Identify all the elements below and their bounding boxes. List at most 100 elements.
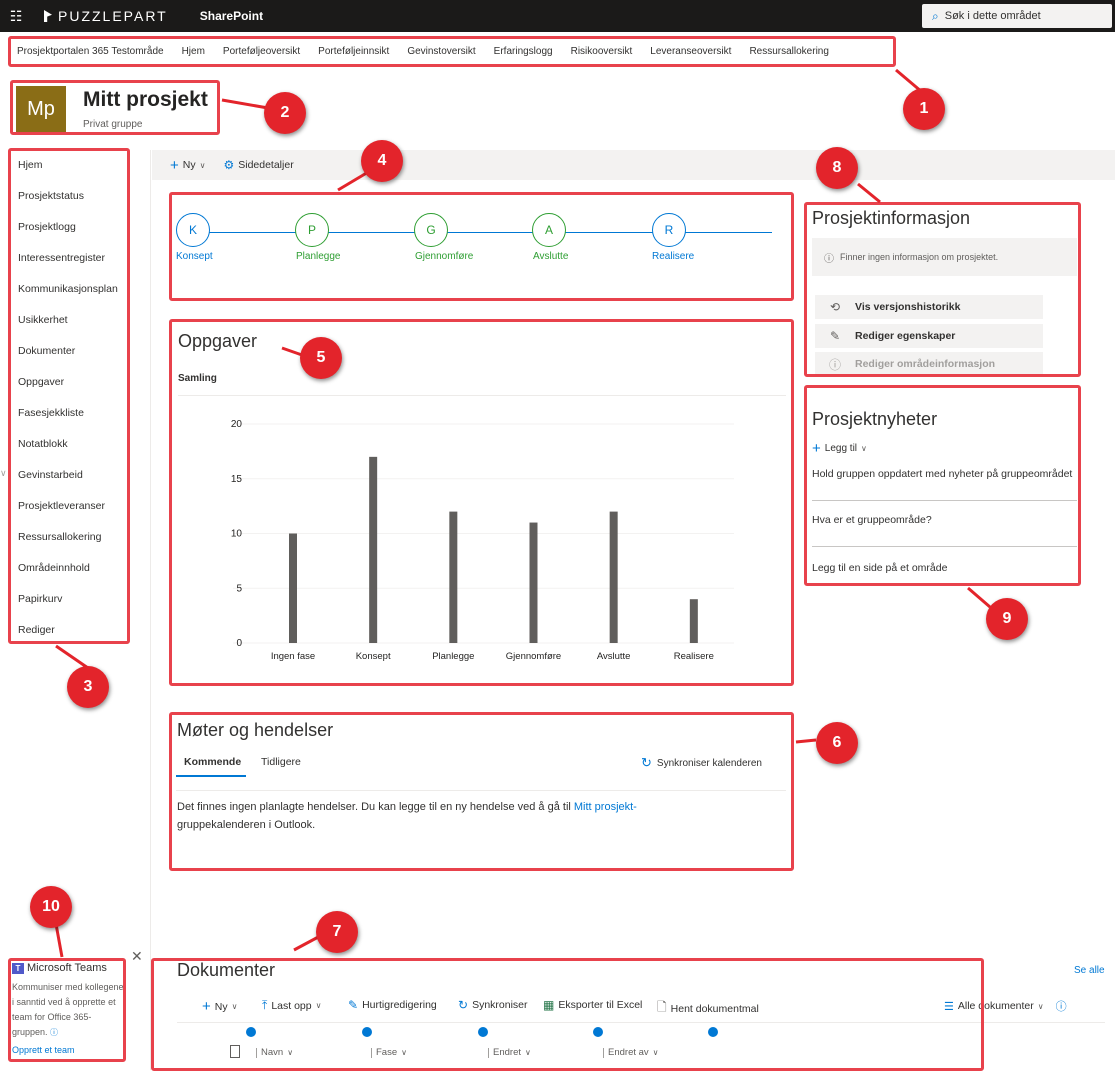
- phase-circle-planlegge[interactable]: P: [295, 213, 329, 247]
- search-box[interactable]: ⌕ Søk i dette området: [922, 4, 1112, 28]
- edit-site-info-button[interactable]: ⓘ Rediger områdeinformasjon: [815, 352, 1043, 376]
- page-details-button[interactable]: ⚙ Sidedetaljer: [223, 158, 293, 172]
- close-icon[interactable]: ✕: [131, 948, 143, 965]
- phase-circle-konsept[interactable]: K: [176, 213, 210, 247]
- chart-bar[interactable]: [529, 522, 538, 643]
- chart-bar[interactable]: [609, 511, 618, 643]
- quick-edit-button[interactable]: ✎ Hurtigredigering: [348, 998, 437, 1012]
- sync-button[interactable]: ↻ Synkroniser: [458, 998, 528, 1012]
- add-news-button[interactable]: + Legg til ∨: [812, 440, 867, 457]
- hubnav-item[interactable]: Leveranseoversikt: [650, 46, 731, 57]
- news-item[interactable]: Hva er et gruppeområde?: [812, 514, 932, 526]
- phase-label[interactable]: Planlegge: [296, 251, 340, 262]
- search-icon: ⌕: [932, 8, 939, 23]
- chevron-down-icon: ∨: [525, 1048, 531, 1057]
- x-tick-label: Gjennomføre: [506, 651, 561, 662]
- hubnav-item[interactable]: Porteføljeinnsikt: [318, 46, 389, 57]
- tab-upcoming[interactable]: Kommende: [184, 756, 241, 768]
- leftnav-item[interactable]: Notatblokk: [12, 429, 128, 460]
- get-template-label: Hent dokumentmal: [670, 1002, 759, 1015]
- nav-collapse-chevron-icon[interactable]: ∨: [0, 468, 7, 479]
- info-icon[interactable]: ⓘ: [50, 1028, 58, 1037]
- see-all-link[interactable]: Se alle: [1074, 965, 1105, 976]
- view-selector[interactable]: ☰ Alle dokumenter ∨ ⓘ: [944, 998, 1067, 1014]
- brand-mark-icon: [44, 10, 52, 22]
- y-tick-label: 20: [231, 419, 243, 430]
- phase-circle-gjennomfore[interactable]: G: [414, 213, 448, 247]
- app-launcher-icon[interactable]: ☷: [4, 0, 28, 32]
- version-history-button[interactable]: ⟲ Vis versjonshistorikk: [815, 295, 1043, 319]
- leftnav-item[interactable]: Rediger: [12, 615, 128, 646]
- leftnav-item[interactable]: Ressursallokering: [12, 522, 128, 553]
- upload-button[interactable]: ⤒ Last opp ∨: [262, 998, 321, 1013]
- phase-label[interactable]: Realisere: [652, 251, 694, 262]
- chart-bar[interactable]: [289, 533, 297, 644]
- info-icon[interactable]: ⓘ: [1056, 998, 1067, 1014]
- version-history-label: Vis versjonshistorikk: [855, 301, 961, 313]
- history-icon: ⟲: [829, 300, 841, 314]
- hubnav-item[interactable]: Ressursallokering: [749, 46, 828, 57]
- leftnav-item[interactable]: Papirkurv: [12, 584, 128, 615]
- hubnav-item[interactable]: Erfaringslogg: [494, 46, 553, 57]
- x-tick-label: Avslutte: [597, 651, 631, 662]
- leftnav-item[interactable]: Hjem: [12, 150, 128, 181]
- add-news-label: Legg til: [824, 443, 858, 454]
- column-header-modified-by[interactable]: Endret av ∨: [603, 1047, 659, 1058]
- site-logo[interactable]: Mp: [16, 86, 66, 132]
- leftnav-item[interactable]: Dokumenter: [12, 336, 128, 367]
- chevron-down-icon: ∨: [401, 1048, 407, 1057]
- column-header-label: Endret: [493, 1047, 521, 1058]
- document-icon: 🗋: [657, 1000, 667, 1014]
- column-header-phase[interactable]: Fase ∨: [371, 1047, 407, 1058]
- sync-calendar-button[interactable]: ↻ Synkroniser kalenderen: [641, 755, 762, 771]
- leftnav-item[interactable]: Usikkerhet: [12, 305, 128, 336]
- chart-bar[interactable]: [689, 599, 698, 643]
- leftnav-item[interactable]: Oppgaver: [12, 367, 128, 398]
- news-item[interactable]: Hold gruppen oppdatert med nyheter på gr…: [812, 468, 1072, 480]
- site-title[interactable]: Mitt prosjekt: [83, 88, 208, 112]
- column-header-name[interactable]: Navn ∨: [256, 1047, 293, 1058]
- chevron-down-icon: ∨: [652, 1048, 659, 1057]
- calendar-link[interactable]: Mitt prosjekt-: [574, 801, 637, 813]
- hubnav-item[interactable]: Hjem: [182, 46, 205, 57]
- teams-icon: T: [12, 962, 24, 974]
- phase-label[interactable]: Konsept: [176, 251, 213, 262]
- leftnav-item[interactable]: Gevinstarbeid: [12, 460, 128, 491]
- doc-new-button[interactable]: + Ny ∨: [202, 998, 237, 1015]
- annotation-arrow: [221, 98, 269, 110]
- info-icon: ⓘ: [824, 253, 834, 265]
- leftnav-item[interactable]: Områdeinnhold: [12, 553, 128, 584]
- column-divider: [603, 1047, 604, 1058]
- create-team-link[interactable]: Opprett et team: [12, 1045, 124, 1055]
- edit-properties-button[interactable]: ✎ Rediger egenskaper: [815, 324, 1043, 348]
- file-type-icon[interactable]: [230, 1045, 240, 1058]
- hubnav-item[interactable]: Porteføljeoversikt: [223, 46, 300, 57]
- product-name[interactable]: SharePoint: [200, 9, 263, 23]
- phase-label[interactable]: Avslutte: [533, 251, 568, 262]
- brand-logo[interactable]: PUZZLEPART: [44, 8, 168, 24]
- news-item[interactable]: Legg til en side på et område: [812, 562, 947, 574]
- hubnav-item[interactable]: Prosjektportalen 365 Testområde: [17, 46, 164, 57]
- leftnav-item[interactable]: Interessentregister: [12, 243, 128, 274]
- export-excel-button[interactable]: ▦ Eksporter til Excel: [543, 998, 642, 1012]
- tab-past[interactable]: Tidligere: [261, 756, 301, 768]
- get-template-button[interactable]: 🗋 Hent dokumentmal: [657, 998, 759, 1019]
- chevron-down-icon: ∨: [861, 444, 867, 453]
- annotation-badge: 3: [67, 666, 109, 708]
- pencil-icon: ✎: [829, 329, 841, 343]
- phase-label[interactable]: Gjennomføre: [415, 251, 473, 262]
- leftnav-item[interactable]: Kommunikasjonsplan: [12, 274, 128, 305]
- new-button[interactable]: + Ny ∨: [170, 157, 205, 174]
- chart-bar[interactable]: [369, 456, 378, 643]
- leftnav-item[interactable]: Fasesjekkliste: [12, 398, 128, 429]
- hubnav-item[interactable]: Risikooversikt: [571, 46, 633, 57]
- column-header-modified[interactable]: Endret ∨: [488, 1047, 531, 1058]
- chart-bar[interactable]: [449, 511, 458, 643]
- leftnav-item[interactable]: Prosjektleveranser: [12, 491, 128, 522]
- no-events-text-end: gruppekalenderen i Outlook.: [177, 819, 316, 831]
- leftnav-item[interactable]: Prosjektlogg: [12, 212, 128, 243]
- phase-circle-realisere[interactable]: R: [652, 213, 686, 247]
- hubnav-item[interactable]: Gevinstoversikt: [407, 46, 475, 57]
- phase-circle-avslutte[interactable]: A: [532, 213, 566, 247]
- leftnav-item[interactable]: Prosjektstatus: [12, 181, 128, 212]
